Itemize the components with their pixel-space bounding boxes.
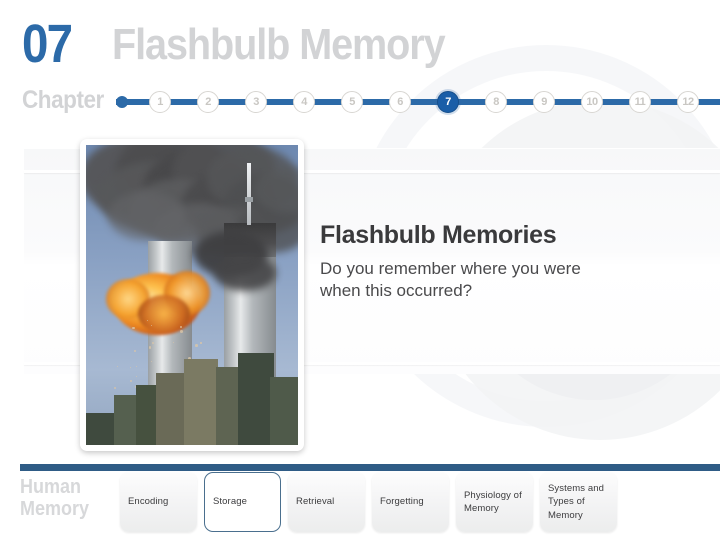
photo-antenna xyxy=(247,163,251,225)
tab-retrieval[interactable]: Retrieval xyxy=(288,472,365,532)
timeline-step-1[interactable]: 1 xyxy=(149,91,171,113)
chapter-number: 07 xyxy=(22,13,71,75)
tab-label: Retrieval xyxy=(296,495,334,508)
section-tab-bar: Encoding Storage Retrieval Forgetting Physio… xyxy=(120,472,623,532)
photo-skyline-building-3 xyxy=(156,373,186,445)
tab-label: Encoding xyxy=(128,495,168,508)
photo-fireball-lower xyxy=(138,295,190,333)
timeline-step-7[interactable]: 7 xyxy=(437,91,459,113)
chapter-word-label: Chapter xyxy=(22,86,104,115)
timeline-step-3[interactable]: 3 xyxy=(245,91,267,113)
tab-label: Physiology of Memory xyxy=(464,489,525,515)
photo-debris-23 xyxy=(180,330,183,333)
photo-antenna-collar xyxy=(245,197,253,202)
timeline-step-8[interactable]: 8 xyxy=(485,91,507,113)
slide-photo xyxy=(86,145,298,445)
chapter-header: 07 Flashbulb Memory Chapter 1 2 3 4 5 6 7 8 9 10 1… xyxy=(0,0,720,128)
tab-storage[interactable]: Storage xyxy=(204,472,281,532)
photo-skyline-building-6 xyxy=(238,353,274,445)
photo-skyline-building-2 xyxy=(136,385,158,445)
photo-debris-22 xyxy=(200,342,201,343)
photo-debris-13 xyxy=(149,346,152,349)
chapter-timeline: 123456789101112131415 xyxy=(116,88,720,116)
tab-label: Storage xyxy=(213,495,247,508)
tab-encoding[interactable]: Encoding xyxy=(120,472,197,532)
photo-impact-smoke-b xyxy=(214,255,276,291)
slide-subline: Do you remember where you were when this… xyxy=(320,258,582,304)
photo-debris-18 xyxy=(173,342,174,343)
timeline-step-4[interactable]: 4 xyxy=(293,91,315,113)
slide-headline: Flashbulb Memories xyxy=(320,222,650,250)
photo-skyline-building-7 xyxy=(270,377,298,445)
chapter-title: Flashbulb Memory xyxy=(112,20,445,70)
timeline-start-dot xyxy=(116,96,128,108)
section-label-line1: Human xyxy=(20,476,89,498)
tab-forgetting[interactable]: Forgetting xyxy=(372,472,449,532)
photo-debris-7 xyxy=(117,366,118,367)
timeline-step-9[interactable]: 9 xyxy=(533,91,555,113)
tab-label: Forgetting xyxy=(380,495,424,508)
section-label-line2: Memory xyxy=(20,498,89,520)
timeline-step-5[interactable]: 5 xyxy=(341,91,363,113)
tab-label: Systems and Types of Memory xyxy=(548,482,609,521)
slide-photo-frame xyxy=(80,139,304,451)
timeline-step-10[interactable]: 10 xyxy=(581,91,603,113)
tab-systems-and-types-of-memory[interactable]: Systems and Types of Memory xyxy=(540,472,617,532)
photo-skyline-building-4 xyxy=(184,359,218,445)
timeline-step-6[interactable]: 6 xyxy=(389,91,411,113)
timeline-step-11[interactable]: 11 xyxy=(629,91,651,113)
timeline-step-12[interactable]: 12 xyxy=(677,91,699,113)
section-label: Human Memory xyxy=(20,476,89,521)
footer-divider-bar xyxy=(20,464,720,471)
timeline-step-list: 123456789101112131415 xyxy=(136,88,720,113)
photo-smoke-puff-13 xyxy=(108,191,184,241)
timeline-step-2[interactable]: 2 xyxy=(197,91,219,113)
slide-text-block: Flashbulb Memories Do you remember where… xyxy=(320,222,650,303)
photo-debris-0 xyxy=(152,342,154,344)
tab-physiology-of-memory[interactable]: Physiology of Memory xyxy=(456,472,533,532)
photo-debris-3 xyxy=(195,344,198,347)
photo-debris-6 xyxy=(114,387,116,389)
